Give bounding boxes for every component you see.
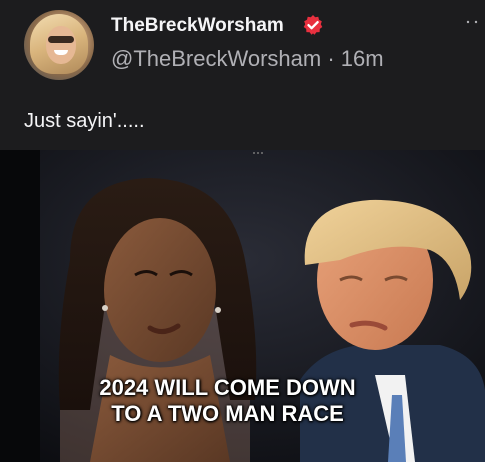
image-caption-line-1: 2024 WILL COME DOWN (99, 375, 356, 400)
image-caption-line-2: TO A TWO MAN RACE (111, 401, 344, 426)
handle[interactable]: @TheBreckWorsham (111, 46, 321, 71)
post-header: TheBreckWorsham @TheBreckWorsham · 16m (0, 0, 485, 95)
avatar-face (46, 26, 76, 64)
verified-badge-icon (303, 15, 323, 35)
image-caption: 2024 WILL COME DOWN TO A TWO MAN RACE (0, 375, 485, 427)
media-menu-icon[interactable] (252, 150, 264, 156)
post-text: Just sayin'..... (24, 110, 145, 132)
display-name[interactable]: TheBreckWorsham (111, 15, 284, 37)
more-options-icon[interactable] (465, 18, 479, 30)
avatar-sunglasses (48, 36, 74, 43)
timestamp[interactable]: 16m (341, 46, 384, 71)
avatar[interactable] (24, 10, 94, 80)
separator: · (327, 46, 335, 71)
social-post: TheBreckWorsham @TheBreckWorsham · 16m J… (0, 0, 485, 462)
handle-line: @TheBreckWorsham · 16m (111, 46, 384, 72)
